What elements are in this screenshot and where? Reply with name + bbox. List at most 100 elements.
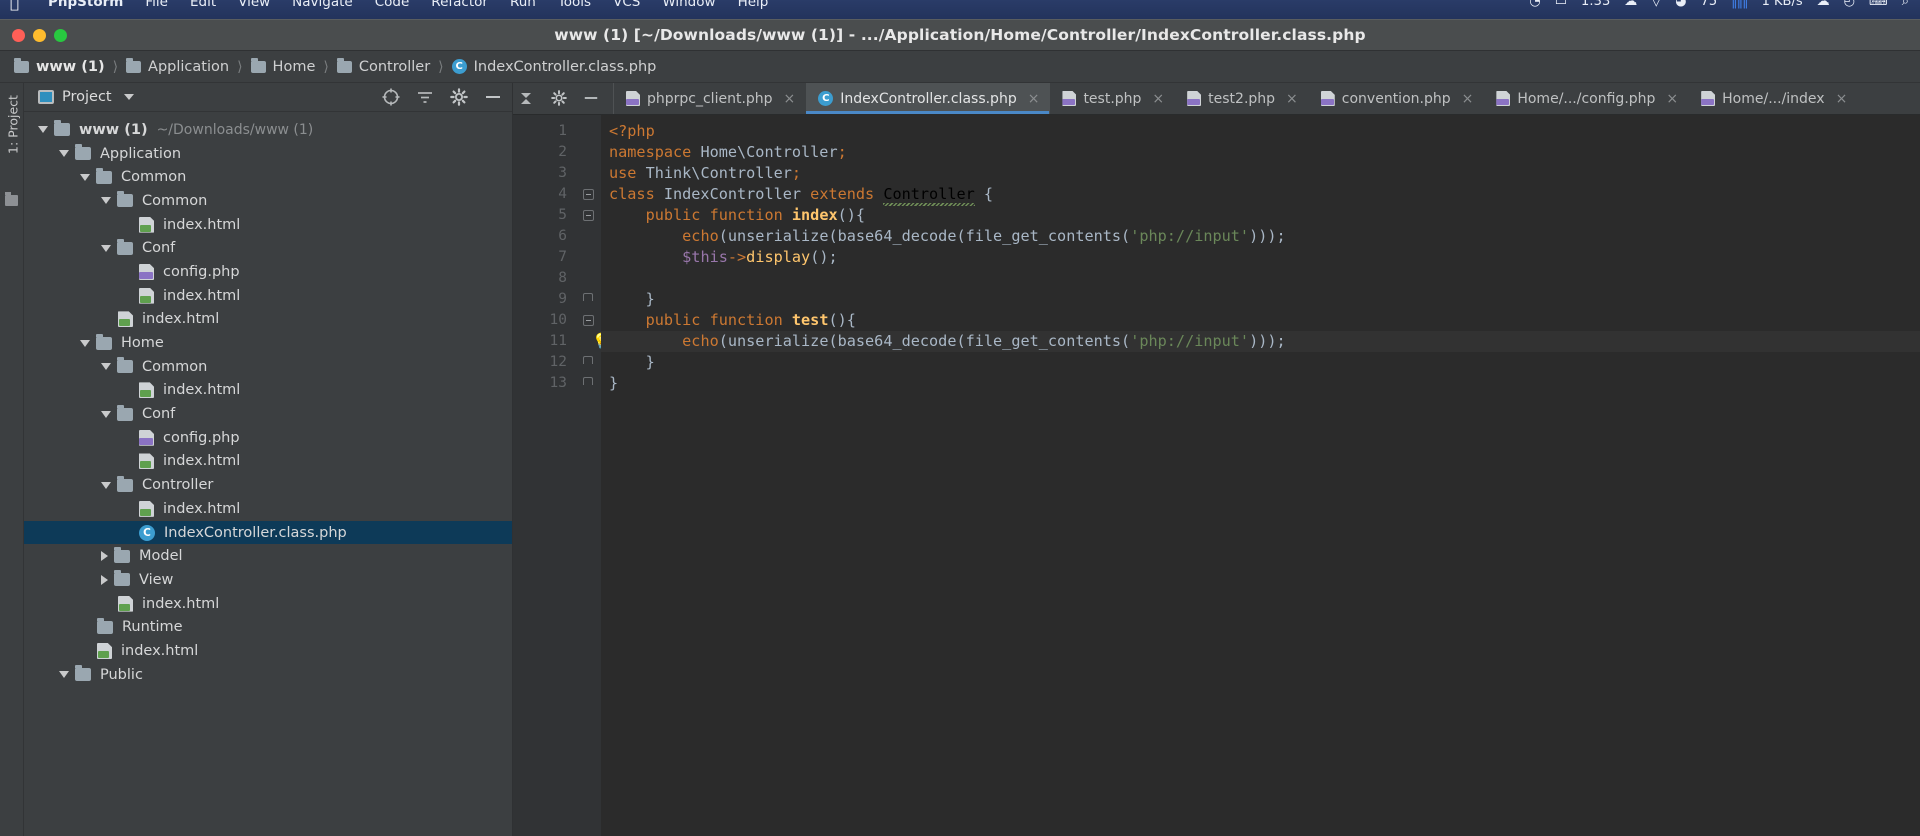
close-icon[interactable]: × — [1836, 91, 1848, 107]
cloud-icon[interactable]: ☁ — [1617, 0, 1644, 9]
close-icon[interactable]: × — [1028, 91, 1040, 107]
tree-node-index-html[interactable]: index.html — [24, 592, 512, 616]
code-line[interactable]: } — [601, 373, 1920, 394]
tool-window-tab-project[interactable]: 1: Project — [0, 95, 24, 177]
tree-node-public[interactable]: Public — [24, 663, 512, 687]
editor-tab-home-index[interactable]: Home/.../index × — [1689, 83, 1858, 114]
close-icon[interactable]: × — [1286, 91, 1298, 107]
code-line[interactable]: <?php — [601, 121, 1920, 142]
sort-tabs-icon[interactable] — [519, 90, 537, 108]
network-meter-icon[interactable]: ‖‖‖ — [1724, 0, 1755, 9]
tree-node-common[interactable]: Common — [24, 165, 512, 189]
macos-menu-item-window[interactable]: Window — [651, 0, 726, 10]
minimize-window-button[interactable] — [33, 29, 46, 42]
code-line[interactable]: use Think\Controller; — [601, 163, 1920, 184]
breadcrumb-item-indexcontroller[interactable]: C IndexController.class.php — [451, 59, 656, 75]
breadcrumb-item-home[interactable]: Home — [250, 57, 315, 75]
chevron-down-icon[interactable] — [59, 150, 69, 158]
time-machine-icon[interactable]: ◴ — [1837, 0, 1862, 9]
code-line[interactable]: echo(unserialize(base64_decode(file_get_… — [601, 226, 1920, 247]
code-editor[interactable]: 12345678910111213 💡 <?phpnamespace Home\… — [513, 115, 1920, 836]
tree-node-config-php[interactable]: config.php — [24, 426, 512, 450]
code-line[interactable]: class IndexController extends Controller… — [601, 184, 1920, 205]
chevron-down-icon[interactable] — [101, 481, 111, 489]
chevron-down-icon[interactable] — [101, 244, 111, 252]
tree-node-config-php[interactable]: config.php — [24, 260, 512, 284]
code-folding-gutter[interactable]: 💡 — [579, 115, 611, 836]
apple-icon[interactable]:  — [10, 0, 19, 12]
hide-editor-icon[interactable] — [583, 90, 601, 108]
wifi-icon[interactable]: ◔ — [1522, 0, 1547, 9]
tree-node-conf[interactable]: Conf — [24, 236, 512, 260]
editor-tab-home-config-php[interactable]: Home/.../config.php × — [1484, 83, 1689, 114]
fold-marker-row[interactable] — [579, 289, 601, 310]
tree-node-index-html[interactable]: index.html — [24, 497, 512, 521]
settings-gear-icon[interactable] — [450, 88, 468, 106]
fold-marker-row[interactable] — [579, 352, 601, 373]
tree-node-index-html[interactable]: index.html — [24, 379, 512, 403]
settings-gear-icon[interactable] — [551, 89, 569, 108]
breadcrumb-item-controller[interactable]: Controller — [336, 57, 430, 75]
tree-node-view[interactable]: View — [24, 568, 512, 592]
clock-time[interactable]: 1:33 — [1574, 0, 1617, 9]
macos-menu-item-phpstorm[interactable]: PhpStorm — [37, 0, 134, 10]
chevron-down-icon[interactable] — [101, 197, 111, 205]
chevron-down-icon[interactable] — [123, 94, 134, 100]
tree-node-model[interactable]: Model — [24, 544, 512, 568]
battery-icon[interactable]: ▭ — [1548, 0, 1574, 9]
fold-marker-row[interactable]: 💡 — [579, 331, 611, 352]
tree-node-index-html[interactable]: index.html — [24, 450, 512, 474]
close-window-button[interactable] — [12, 29, 25, 42]
code-line[interactable]: } — [601, 352, 1920, 373]
keyboard-icon[interactable]: ⌨ — [1862, 0, 1895, 9]
chevron-down-icon[interactable] — [80, 173, 90, 181]
fold-collapse-icon[interactable] — [583, 315, 594, 326]
code-line[interactable]: public function index(){ — [601, 205, 1920, 226]
code-line[interactable]: namespace Home\Controller; — [601, 142, 1920, 163]
chevron-right-icon[interactable] — [101, 574, 108, 585]
fold-marker-row[interactable] — [579, 373, 601, 394]
tree-node-runtime[interactable]: Runtime — [24, 615, 512, 639]
macos-menu-item-run[interactable]: Run — [499, 0, 547, 10]
macos-menu-item-view[interactable]: View — [227, 0, 281, 10]
macos-menu-item-help[interactable]: Help — [727, 0, 780, 10]
chevron-down-icon[interactable] — [80, 339, 90, 347]
locate-file-icon[interactable] — [382, 88, 400, 106]
tree-node-www-1[interactable]: www (1) ~/Downloads/www (1) — [24, 118, 512, 142]
search-icon[interactable]: ⌕ — [1895, 0, 1916, 9]
editor-tab-test-php[interactable]: test.php × — [1050, 83, 1175, 114]
fold-collapse-icon[interactable] — [583, 210, 594, 221]
close-icon[interactable]: × — [784, 91, 796, 107]
breadcrumb-item-www[interactable]: www (1) — [14, 57, 105, 75]
fold-marker-row[interactable] — [579, 226, 601, 247]
collapse-all-icon[interactable] — [416, 88, 434, 106]
close-icon[interactable]: × — [1152, 91, 1164, 107]
tree-node-controller[interactable]: Controller — [24, 473, 512, 497]
tree-node-index-html[interactable]: index.html — [24, 284, 512, 308]
fold-marker-row[interactable] — [579, 247, 601, 268]
code-line[interactable]: } — [601, 289, 1920, 310]
project-panel-title-group[interactable]: Project — [38, 89, 134, 105]
editor-tab-phprpc-client-php[interactable]: phprpc_client.php × — [614, 83, 806, 114]
chevron-down-icon[interactable] — [59, 671, 69, 679]
macos-menu-item-file[interactable]: File — [134, 0, 179, 10]
fold-marker-row[interactable] — [579, 310, 601, 331]
code-line[interactable]: $this->display(); — [601, 247, 1920, 268]
editor-tab-test2-php[interactable]: test2.php × — [1175, 83, 1309, 114]
chevron-down-icon[interactable] — [38, 126, 48, 134]
macos-menu-item-vcs[interactable]: VCS — [602, 0, 651, 10]
editor-tab-convention-php[interactable]: convention.php × — [1309, 83, 1485, 114]
cloud-sync-icon[interactable]: ☁ — [1810, 0, 1837, 9]
project-tree[interactable]: www (1) ~/Downloads/www (1) Application Com… — [24, 112, 512, 836]
fold-collapse-icon[interactable] — [583, 189, 594, 200]
fold-end-icon[interactable] — [583, 293, 593, 301]
chevron-right-icon[interactable] — [101, 551, 108, 562]
macos-menu-item-refactor[interactable]: Refactor — [420, 0, 499, 10]
macos-menu-item-code[interactable]: Code — [364, 0, 421, 10]
structure-icon[interactable] — [5, 192, 18, 206]
fold-marker-row[interactable] — [579, 184, 601, 205]
hide-panel-icon[interactable] — [484, 88, 502, 106]
chevron-down-icon[interactable] — [101, 410, 111, 418]
tree-node-application[interactable]: Application — [24, 142, 512, 166]
tree-node-indexcontroller-class-php[interactable]: C IndexController.class.php — [24, 520, 512, 545]
